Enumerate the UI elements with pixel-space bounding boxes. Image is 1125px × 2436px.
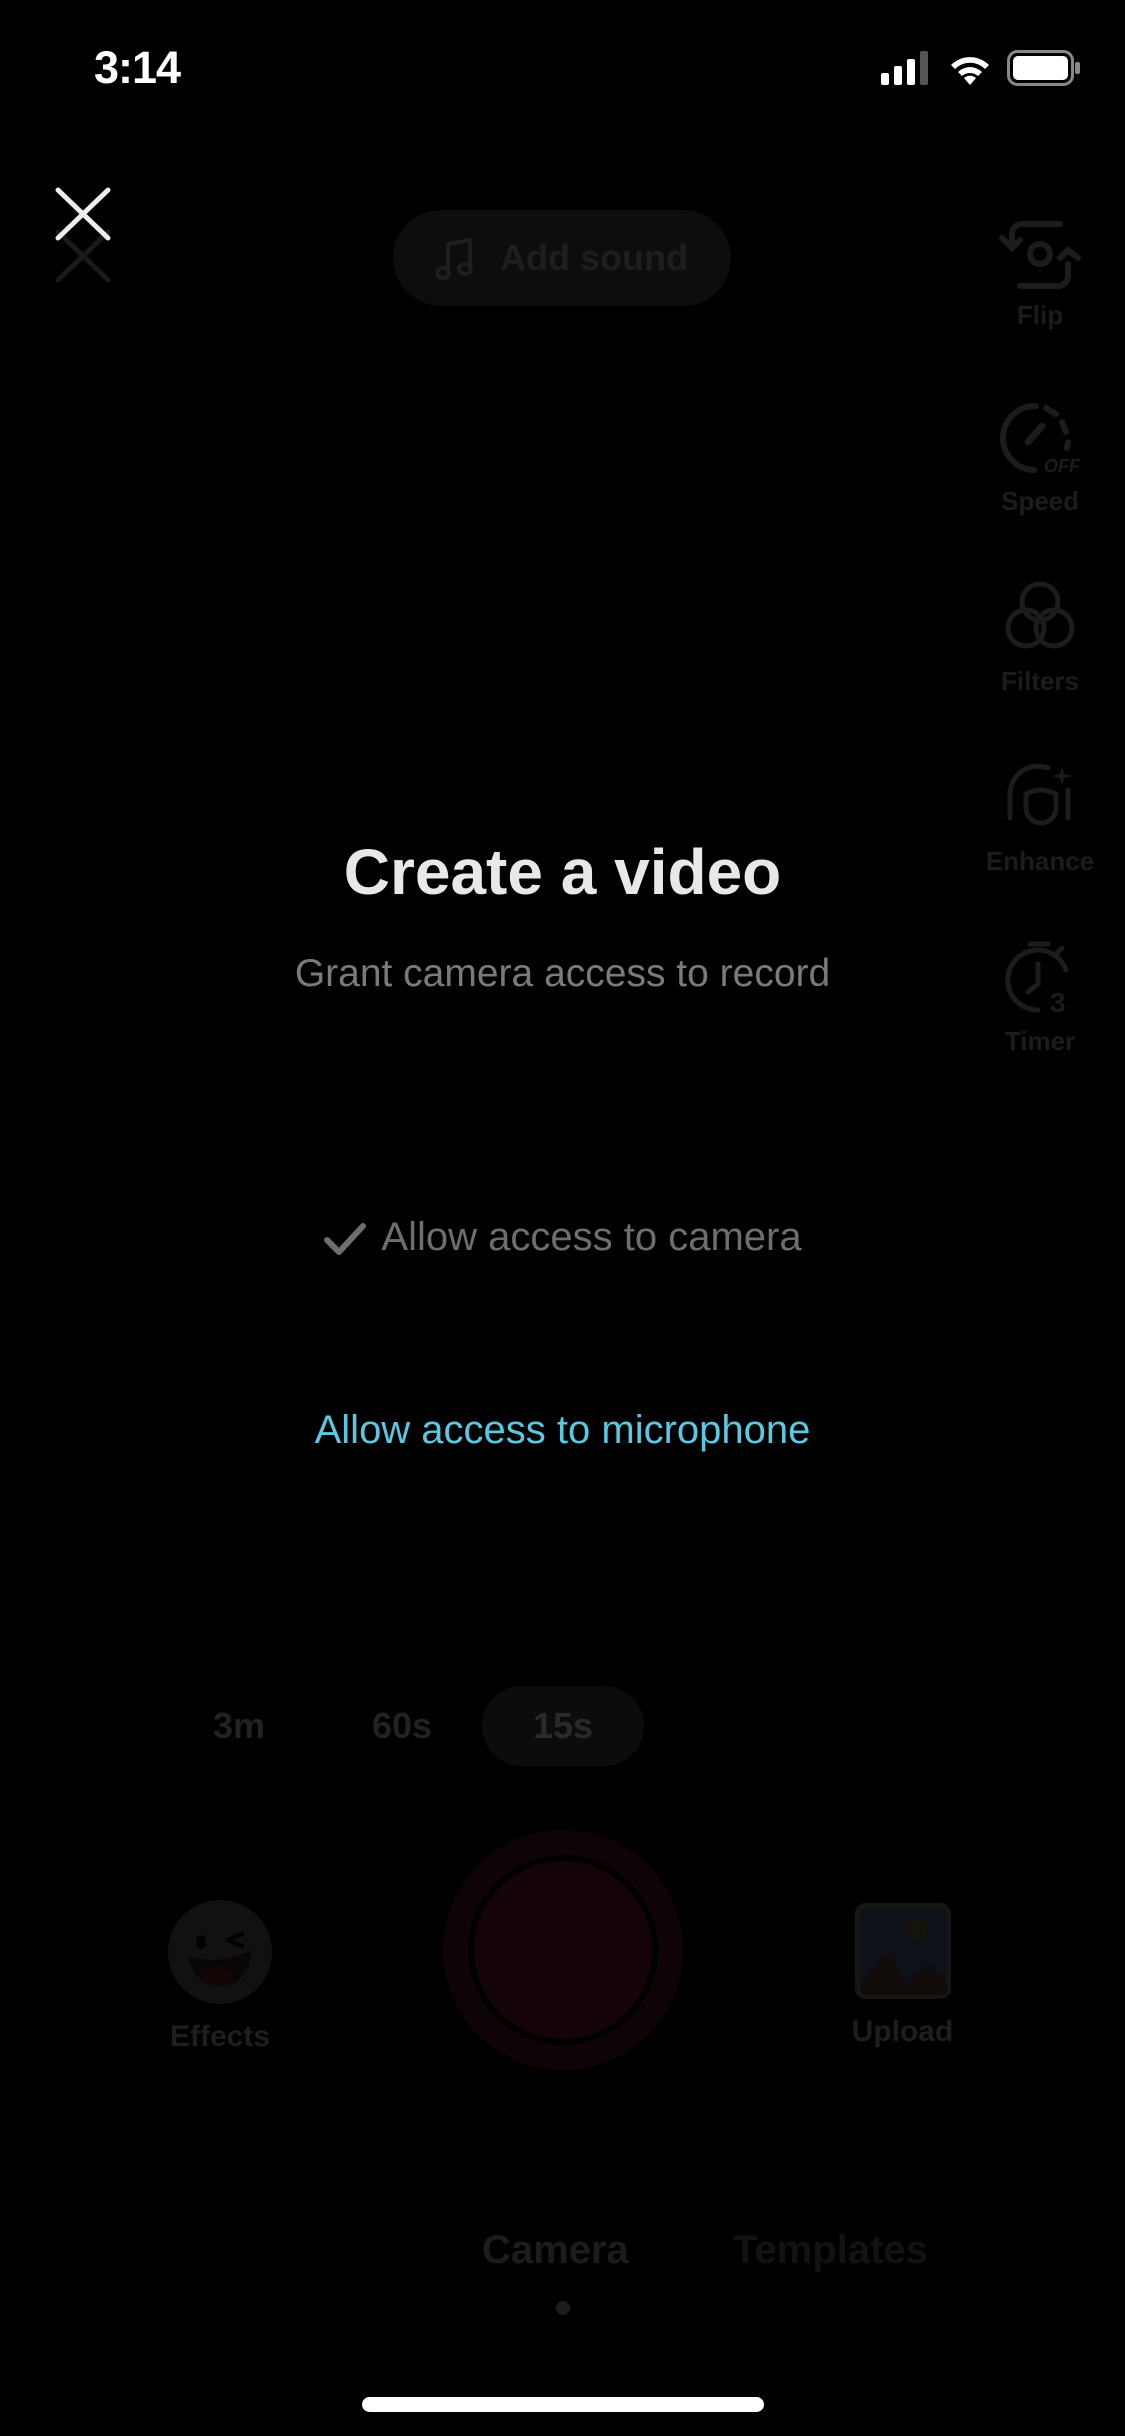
tab-templates[interactable]: Templates — [733, 2228, 928, 2273]
wifi-icon — [951, 57, 989, 85]
speed-off-badge: OFF — [1044, 456, 1081, 476]
music-note-icon — [436, 238, 474, 280]
allow-microphone-link[interactable]: Allow access to microphone — [0, 1408, 1125, 1453]
tab-camera[interactable]: Camera — [482, 2228, 629, 2273]
camera-permission-label: Allow access to camera — [381, 1215, 802, 1259]
duration-selector: 3m 60s 15s — [0, 1686, 1125, 1766]
add-sound-button[interactable]: Add sound — [393, 210, 731, 306]
filters-label: Filters — [1000, 666, 1080, 696]
add-sound-label: Add sound — [500, 237, 688, 278]
effects-emoji-icon — [168, 1900, 272, 2004]
cellular-signal-icon — [881, 51, 928, 85]
filters-icon — [1005, 581, 1075, 649]
camera-permission-item: Allow access to camera — [0, 1215, 1125, 1260]
record-button[interactable] — [443, 1830, 683, 2070]
flip-camera-icon — [999, 221, 1081, 289]
flip-button[interactable]: Flip — [980, 220, 1100, 331]
close-icon — [55, 187, 111, 283]
effects-button[interactable]: Effects — [165, 1900, 275, 2054]
home-indicator[interactable] — [362, 2397, 764, 2412]
timer-label: Timer — [1004, 1026, 1076, 1056]
prompt-title: Create a video — [343, 836, 782, 908]
battery-icon — [1007, 50, 1080, 86]
upload-label: Upload — [851, 2015, 954, 2048]
upload-gallery-icon — [854, 1903, 951, 1999]
flip-label: Flip — [1016, 300, 1064, 330]
effects-label: Effects — [169, 2020, 271, 2053]
close-button[interactable] — [52, 182, 114, 292]
prompt-subtitle: Grant camera access to record — [294, 952, 831, 995]
duration-60s[interactable]: 60s — [352, 1686, 452, 1766]
filters-button[interactable]: Filters — [980, 580, 1100, 697]
record-button-inner — [468, 1855, 658, 2045]
status-icons — [881, 50, 1081, 86]
speed-label: Speed — [1000, 486, 1080, 516]
duration-3m[interactable]: 3m — [195, 1686, 283, 1766]
enhance-icon — [1007, 763, 1072, 826]
mode-tabs: Camera Templates — [0, 2228, 1125, 2288]
speed-button[interactable]: OFF Speed — [980, 400, 1100, 517]
speed-icon: OFF — [1000, 402, 1081, 476]
active-tab-indicator — [556, 2301, 570, 2315]
status-time: 3:14 — [94, 42, 181, 93]
duration-15s[interactable]: 15s — [482, 1686, 644, 1766]
upload-button[interactable]: Upload — [845, 1903, 960, 2049]
checkmark-icon — [324, 1222, 367, 1255]
status-bar: 3:14 — [0, 0, 1125, 140]
